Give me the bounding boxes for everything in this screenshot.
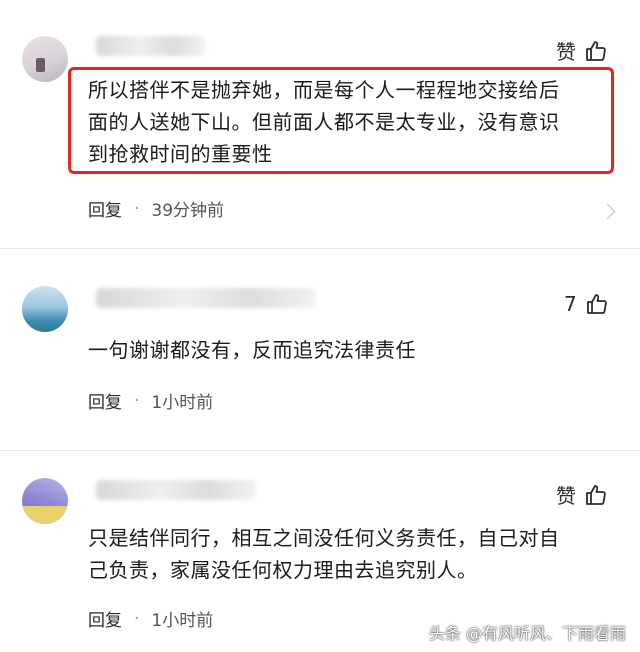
avatar[interactable] (22, 286, 68, 332)
reply-button[interactable]: 回复 (88, 196, 122, 221)
comment-time: 1小时前 (151, 611, 214, 631)
comment-line: 面的人送她下山。但前面人都不是太专业，没有意识 (88, 110, 560, 134)
thumbs-up-icon (586, 294, 607, 314)
comment-line: 己负责，家属没任何权力理由去追究别人。 (88, 558, 478, 582)
comment-meta: 回复 · 1小时前 (88, 606, 214, 632)
username-blurred[interactable] (96, 480, 256, 500)
comment-meta: 回复 · 1小时前 (88, 388, 214, 414)
like-label: 赞 (556, 40, 576, 64)
thumbs-up-icon (586, 484, 606, 505)
reply-button[interactable]: 回复 (88, 606, 122, 631)
comment-text: 只是结伴同行，相互之间没任何义务责任，自己对自 己负责，家属没任何权力理由去追究… (88, 522, 560, 586)
meta-separator: · (134, 608, 140, 629)
comment-meta: 回复 · 39分钟前 (88, 196, 225, 222)
like-button[interactable]: 赞 (556, 480, 608, 509)
comment-text: 一句谢谢都没有，反而追究法律责任 (88, 334, 416, 366)
like-count: 7 (564, 292, 577, 316)
comment-time: 1小时前 (151, 393, 214, 413)
avatar[interactable] (22, 36, 68, 82)
meta-separator: · (134, 198, 140, 219)
chevron-right-icon[interactable] (599, 203, 616, 220)
divider (0, 248, 640, 249)
comment-1: 赞 所以搭伴不是抛弃她，而是每个人一程程地交接给后 面的人送她下山。但前面人都不… (0, 0, 640, 240)
like-button[interactable]: 7 (564, 292, 609, 316)
username-blurred[interactable] (96, 288, 316, 308)
avatar[interactable] (22, 478, 68, 524)
like-label: 赞 (556, 484, 576, 508)
divider (0, 450, 640, 451)
comment-line: 只是结伴同行，相互之间没任何义务责任，自己对自 (88, 526, 560, 550)
comment-text: 所以搭伴不是抛弃她，而是每个人一程程地交接给后 面的人送她下山。但前面人都不是太… (88, 74, 560, 170)
comment-2: 7 一句谢谢都没有，反而追究法律责任 回复 · 1小时前 (0, 280, 640, 440)
watermark: 头条 @有风听风、下雨看雨 (428, 624, 626, 643)
like-button[interactable]: 赞 (556, 36, 608, 65)
username-blurred[interactable] (96, 36, 206, 56)
comment-line: 到抢救时间的重要性 (88, 142, 273, 166)
meta-separator: · (134, 390, 140, 411)
comment-time: 39分钟前 (151, 201, 225, 221)
reply-button[interactable]: 回复 (88, 388, 122, 413)
thumbs-up-icon (586, 40, 606, 61)
comment-line: 一句谢谢都没有，反而追究法律责任 (88, 338, 416, 362)
comment-line: 所以搭伴不是抛弃她，而是每个人一程程地交接给后 (88, 78, 560, 102)
